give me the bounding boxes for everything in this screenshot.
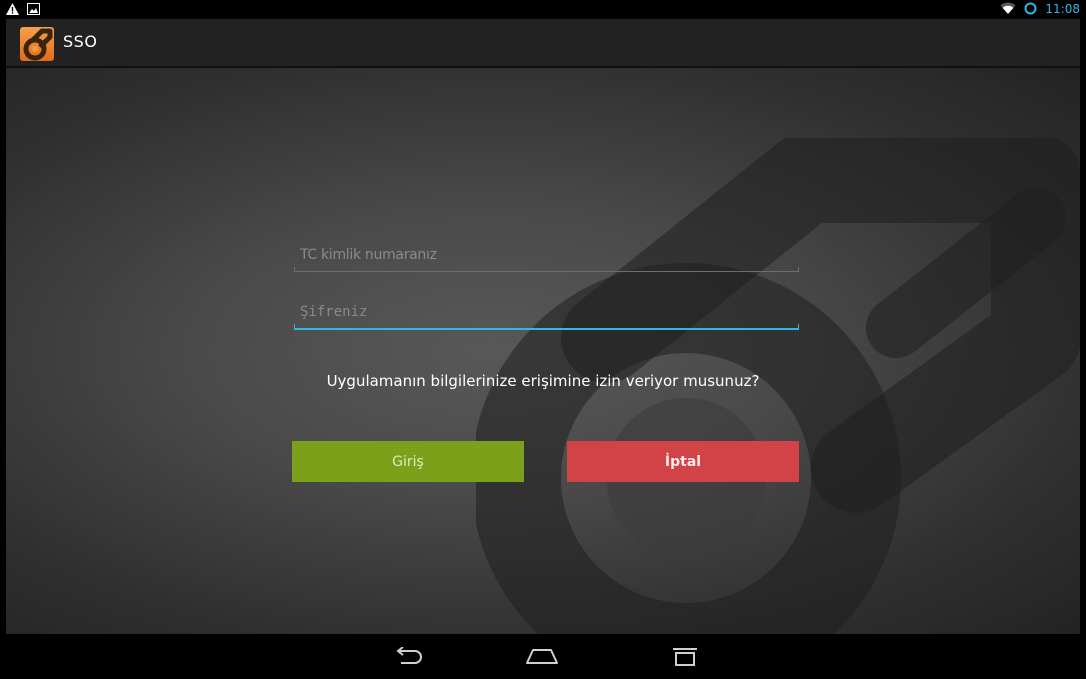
warning-icon — [6, 0, 19, 19]
right-bezel — [1080, 19, 1086, 679]
login-screen: Uygulamanın bilgilerinize erişimine izin… — [6, 68, 1080, 634]
password-field-tick-right — [798, 324, 799, 329]
permission-question: Uygulamanın bilgilerinize erişimine izin… — [326, 372, 760, 390]
login-button[interactable]: Giriş — [292, 441, 524, 482]
system-icons: 11:08 — [1000, 0, 1080, 19]
wifi-icon — [1000, 0, 1016, 19]
status-bar: 11:08 — [0, 0, 1086, 19]
action-bar: SSO — [6, 19, 1080, 68]
recent-apps-icon[interactable] — [665, 642, 705, 670]
tc-field-underline — [294, 271, 799, 272]
tc-field-tick-left — [294, 267, 295, 272]
home-icon[interactable] — [522, 642, 562, 670]
back-icon[interactable] — [388, 642, 428, 670]
cancel-button[interactable]: İptal — [567, 441, 799, 482]
password-field[interactable] — [294, 295, 799, 335]
navigation-bar — [6, 634, 1080, 679]
notification-icons — [6, 2, 40, 17]
tc-kimlik-field[interactable] — [294, 238, 799, 278]
sync-icon — [1024, 0, 1037, 19]
tc-field-tick-right — [798, 267, 799, 272]
password-input[interactable] — [294, 295, 799, 329]
sso-app-icon[interactable] — [20, 27, 54, 61]
password-field-tick-left — [294, 324, 295, 329]
tc-kimlik-input[interactable] — [294, 238, 799, 272]
password-field-underline — [294, 328, 799, 330]
app-title: SSO — [63, 32, 98, 51]
clock: 11:08 — [1045, 2, 1080, 16]
image-notification-icon — [27, 0, 40, 19]
